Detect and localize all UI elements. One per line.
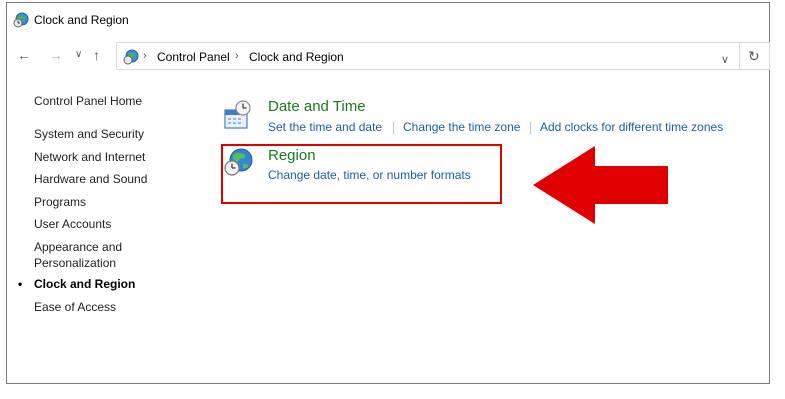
address-bar[interactable]: › Control Panel › Clock and Region ∨	[116, 42, 740, 70]
breadcrumb-separator-icon[interactable]: ›	[143, 50, 147, 62]
refresh-icon: ↻	[748, 48, 760, 64]
sidebar-item-system-and-security[interactable]: System and Security	[34, 126, 144, 142]
control-panel-window: Clock and Region ← → ∨ ↑ › Control Panel…	[6, 2, 770, 384]
window-title: Clock and Region	[34, 13, 129, 27]
annotation-highlight-box	[221, 144, 502, 204]
clock-region-app-icon	[13, 12, 29, 28]
sidebar-item-programs[interactable]: Programs	[34, 194, 86, 210]
forward-arrow-icon[interactable]: →	[49, 47, 63, 63]
sidebar-item-control-panel-home[interactable]: Control Panel Home	[34, 93, 142, 109]
refresh-button[interactable]: ↻	[740, 42, 770, 70]
breadcrumb-separator-icon[interactable]: ›	[235, 50, 239, 62]
link-set-time-and-date[interactable]: Set the time and date	[268, 120, 382, 134]
link-add-clocks[interactable]: Add clocks for different time zones	[540, 120, 723, 134]
link-change-time-zone[interactable]: Change the time zone	[403, 120, 520, 134]
calendar-clock-icon	[224, 100, 251, 129]
sidebar-item-personalization[interactable]: Personalization	[34, 255, 116, 271]
breadcrumb-clock-and-region[interactable]: Clock and Region	[249, 50, 344, 64]
sidebar-item-appearance[interactable]: Appearance and	[34, 239, 122, 255]
clock-region-location-icon	[123, 49, 139, 65]
sidebar-item-user-accounts[interactable]: User Accounts	[34, 216, 111, 232]
sidebar-item-ease-of-access[interactable]: Ease of Access	[34, 299, 116, 315]
title-bar: Clock and Region	[7, 3, 769, 37]
category-title-date-and-time[interactable]: Date and Time	[268, 98, 366, 115]
sidebar-item-label: Clock and Region	[34, 277, 136, 291]
link-divider	[393, 122, 394, 134]
link-divider	[530, 122, 531, 134]
address-dropdown-chevron-icon[interactable]: ∨	[721, 53, 729, 66]
annotation-arrow-icon	[533, 146, 668, 224]
breadcrumb-control-panel[interactable]: Control Panel	[157, 50, 230, 64]
sidebar-item-hardware-and-sound[interactable]: Hardware and Sound	[34, 171, 147, 187]
active-bullet-icon: •	[18, 277, 23, 291]
sidebar-item-network-and-internet[interactable]: Network and Internet	[34, 149, 145, 165]
up-arrow-icon[interactable]: ↑	[93, 47, 100, 63]
navigation-row: ← → ∨ ↑ › Control Panel › Clock and Regi…	[7, 39, 770, 71]
back-arrow-icon[interactable]: ←	[17, 47, 31, 63]
sidebar-item-clock-and-region[interactable]: • Clock and Region	[18, 276, 136, 292]
recent-locations-chevron-icon[interactable]: ∨	[75, 47, 82, 63]
